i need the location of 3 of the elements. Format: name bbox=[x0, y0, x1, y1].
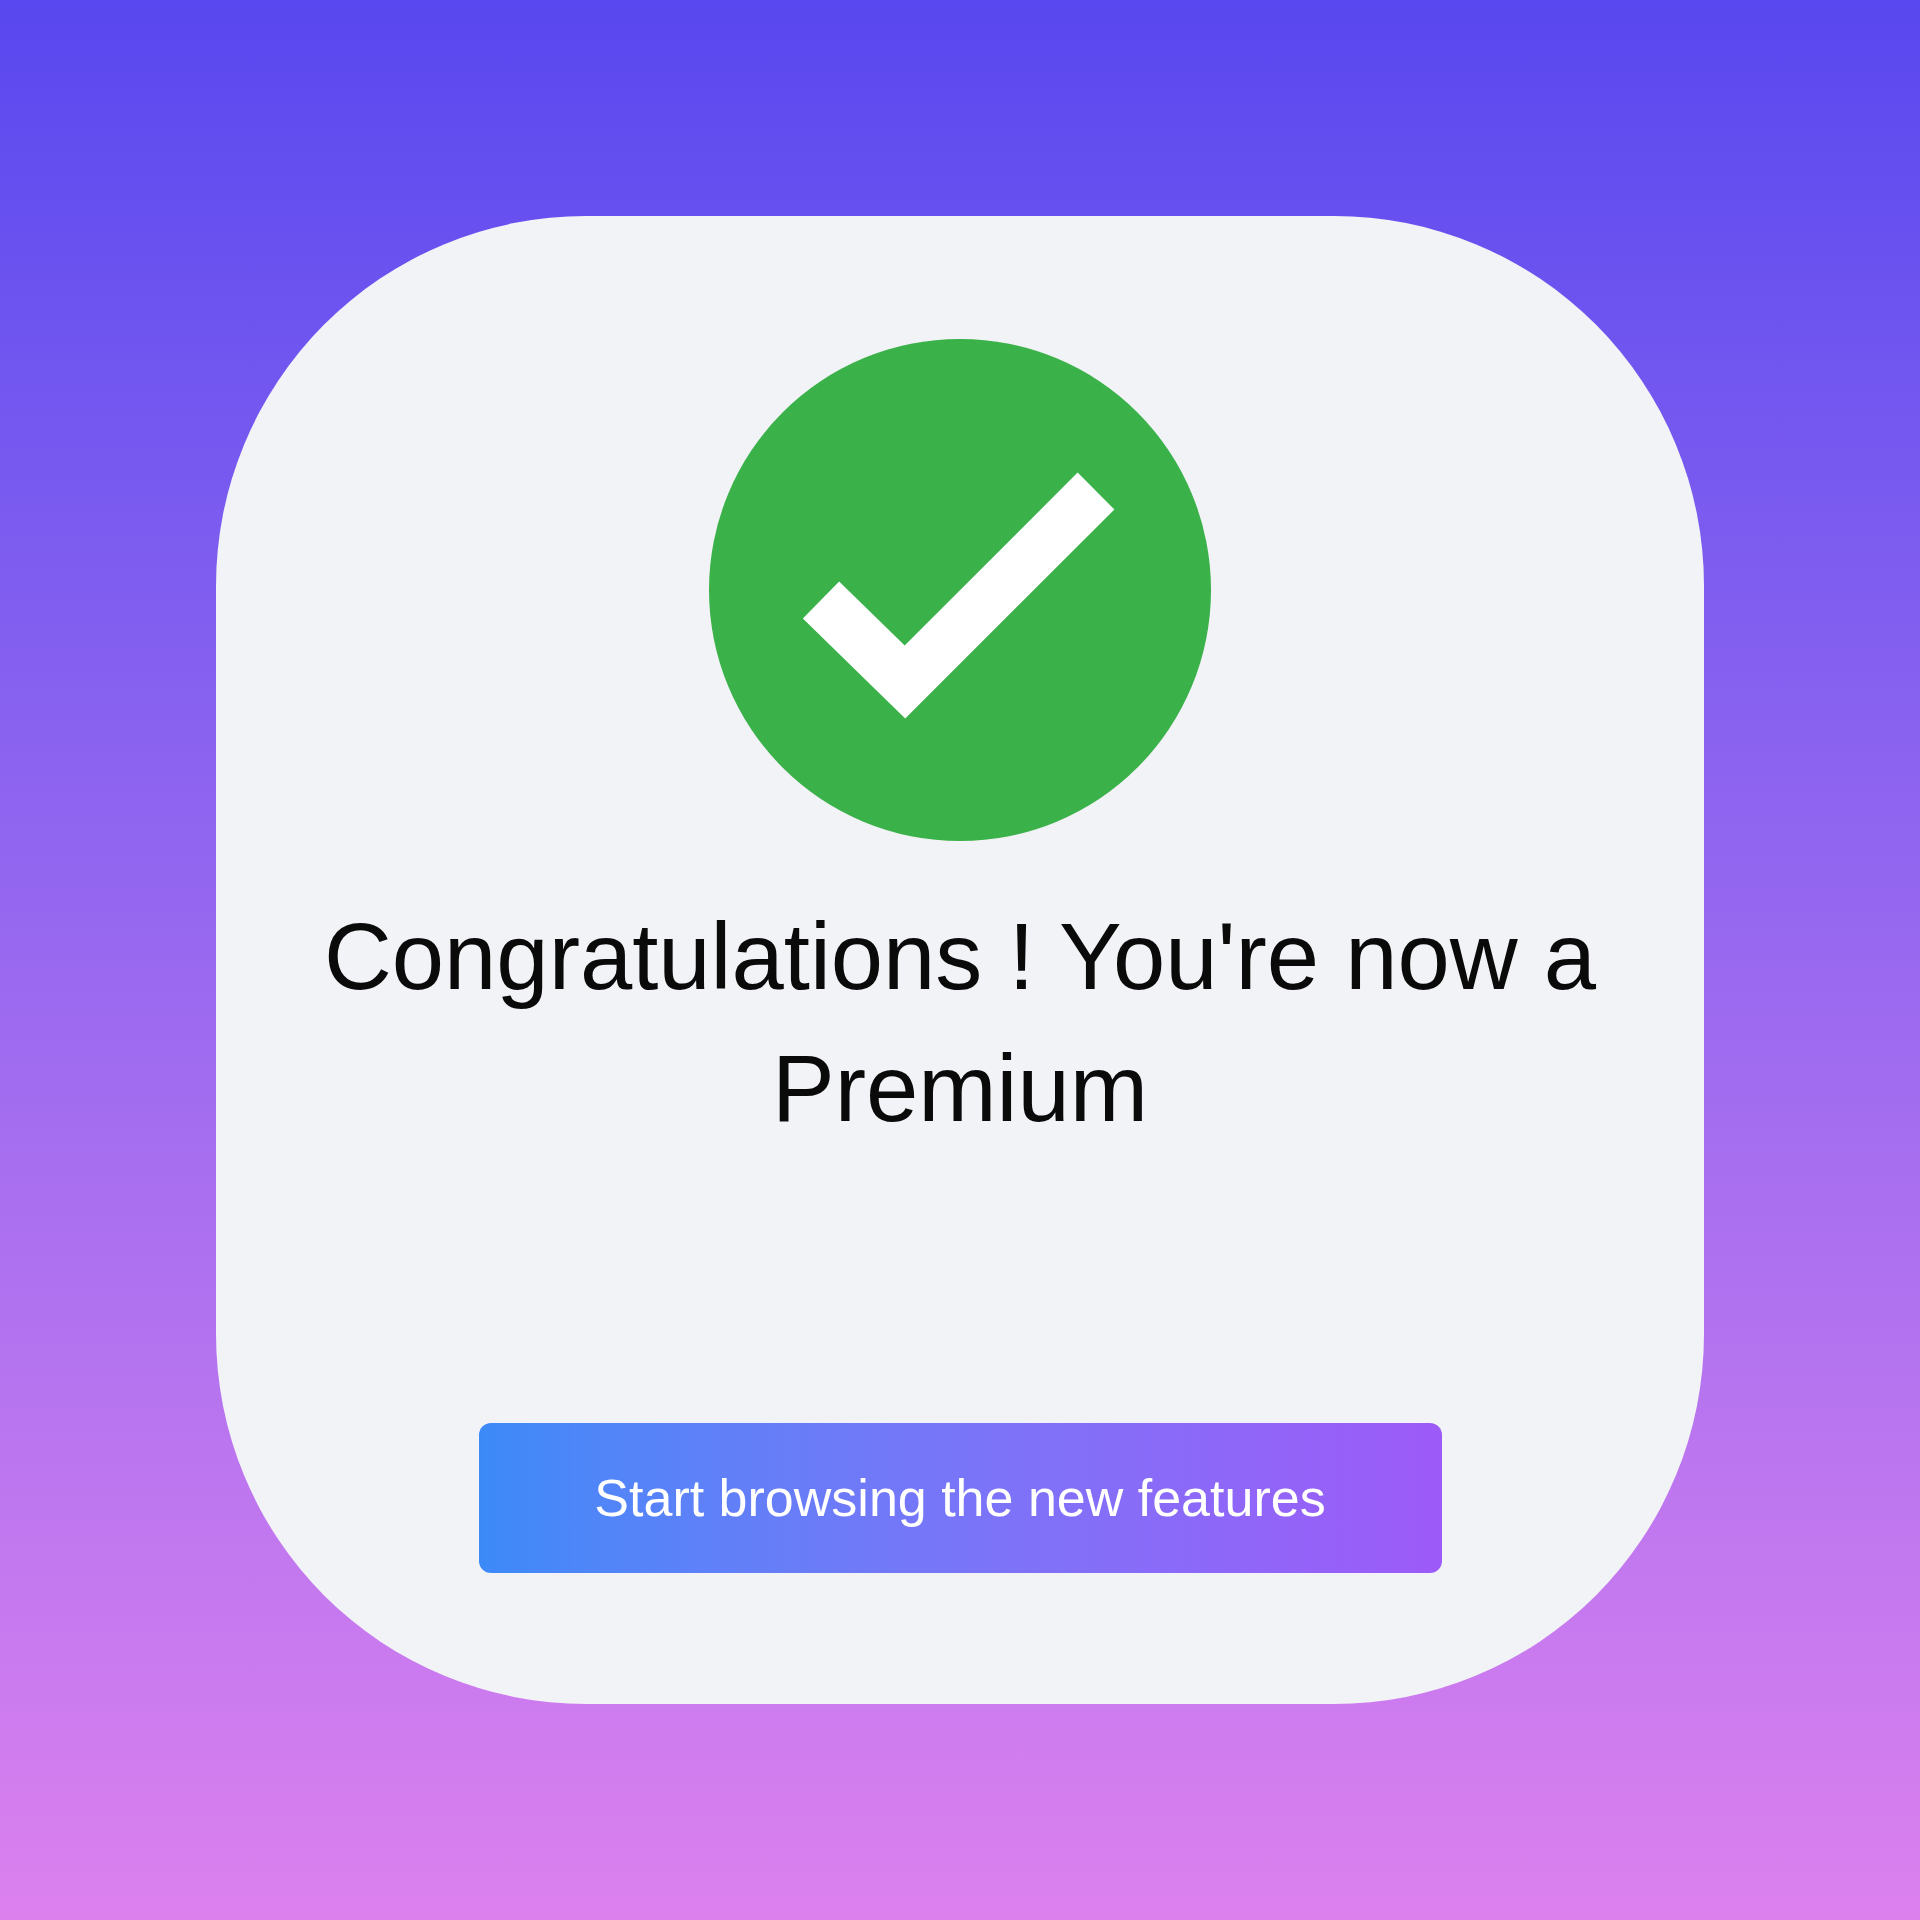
check-icon bbox=[709, 339, 1211, 841]
success-title: Congratulations ! You're now a Premium bbox=[322, 903, 1598, 1143]
start-browsing-button[interactable]: Start browsing the new features bbox=[478, 1423, 1442, 1573]
